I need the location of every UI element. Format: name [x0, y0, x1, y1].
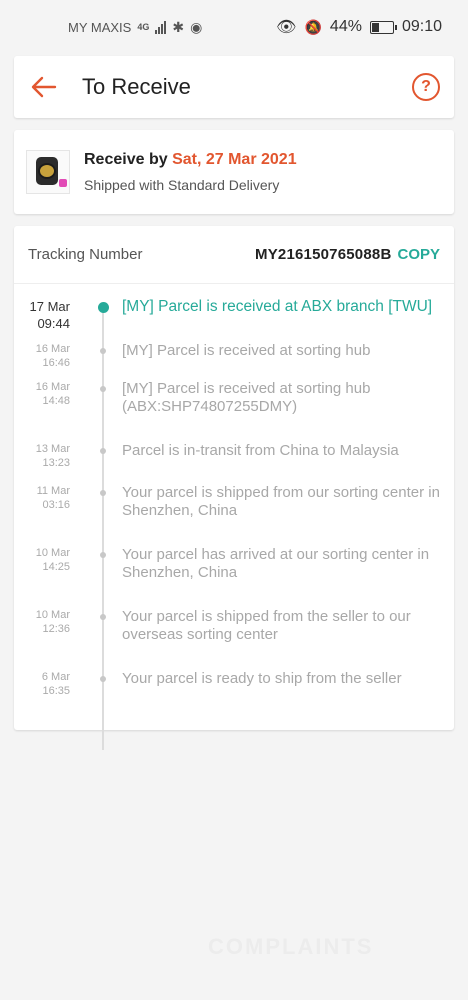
event-description: Parcel is in-transit from China to Malay… — [122, 442, 399, 459]
product-tag — [59, 179, 67, 187]
event-time: 03:16 — [42, 499, 70, 511]
timeline-event: 6 Mar 16:35 Your parcel is ready to ship f… — [14, 670, 454, 716]
event-description: [MY] Parcel is received at sorting hub (… — [122, 380, 371, 415]
event-time: 16:35 — [42, 685, 70, 697]
event-timestamp: 11 Mar 03:16 — [14, 484, 70, 546]
delivery-card[interactable]: Receive by Sat, 27 Mar 2021 Shipped with… — [14, 130, 454, 214]
back-button[interactable] — [28, 71, 60, 103]
receive-date: Sat, 27 Mar 2021 — [172, 151, 297, 168]
event-timestamp: 6 Mar 16:35 — [14, 670, 70, 716]
event-date: 11 Mar — [36, 485, 70, 497]
status-dot — [100, 552, 106, 558]
event-timestamp: 13 Mar 13:23 — [14, 442, 70, 484]
clock: 09:10 — [401, 18, 442, 35]
event-date: 17 Mar — [29, 299, 70, 314]
event-date: 10 Mar — [35, 547, 70, 559]
active-status-dot — [98, 302, 109, 313]
event-description: Your parcel has arrived at our sorting c… — [122, 546, 430, 581]
product-thumbnail — [26, 150, 70, 194]
tracking-timeline: 17 Mar 09:44 [MY] Parcel is received at AB… — [14, 284, 454, 750]
event-time: 09:44 — [37, 316, 70, 331]
timeline-event: 17 Mar 09:44 [MY] Parcel is received at AB… — [14, 298, 454, 342]
event-time: 13:23 — [42, 457, 70, 469]
timeline-event: 10 Mar 14:25 Your parcel has arrived at ou… — [14, 546, 454, 608]
status-dot — [100, 386, 106, 392]
watermark: COMPLAINTS — [208, 934, 374, 959]
timeline-events: 17 Mar 09:44 [MY] Parcel is received at AB… — [14, 298, 454, 716]
tracking-number: MY216150765088B — [255, 246, 392, 263]
status-bar: MY MAXIS 4G ✱ ◉ 👁 🔕 44% 09:10 — [0, 0, 468, 54]
app-icon: ◉ — [190, 18, 203, 35]
receive-by-line: Receive by Sat, 27 Mar 2021 — [84, 151, 297, 169]
status-dot — [100, 448, 106, 454]
event-description: Your parcel is shipped from the seller t… — [122, 608, 411, 643]
event-description: [MY] Parcel is received at ABX branch [T… — [122, 298, 433, 315]
event-time: 12:36 — [42, 623, 70, 635]
event-timestamp: 16 Mar 16:46 — [14, 342, 70, 380]
status-dot — [100, 614, 106, 620]
timeline-event: 16 Mar 14:48 [MY] Parcel is received at so… — [14, 380, 454, 442]
status-dot — [100, 490, 106, 496]
event-timestamp: 16 Mar 14:48 — [14, 380, 70, 442]
watch-face — [38, 163, 56, 179]
carrier-label: MY MAXIS — [68, 19, 132, 35]
header-bar: To Receive ? — [14, 56, 454, 118]
help-button[interactable]: ? — [412, 73, 440, 101]
signal-icon — [155, 20, 167, 34]
status-dot — [100, 348, 106, 354]
battery-icon — [369, 20, 397, 34]
event-time: 16:46 — [42, 357, 70, 369]
bell-off-icon: 🔕 — [304, 18, 322, 35]
mute-app-icon: ✱ — [172, 18, 185, 35]
timeline-event: 11 Mar 03:16 Your parcel is shipped from o… — [14, 484, 454, 546]
event-time: 14:25 — [42, 561, 70, 573]
page-title: To Receive — [82, 74, 191, 99]
event-timestamp: 10 Mar 14:25 — [14, 546, 70, 608]
event-timestamp: 17 Mar 09:44 — [14, 298, 70, 342]
tracking-number-row: Tracking Number MY216150765088B COPY — [14, 226, 454, 284]
timeline-event: 13 Mar 13:23 Parcel is in-transit from Chi… — [14, 442, 454, 484]
event-date: 10 Mar — [35, 609, 70, 621]
event-date: 6 Mar — [41, 671, 70, 683]
timeline-event: 10 Mar 12:36 Your parcel is shipped from t… — [14, 608, 454, 670]
event-date: 16 Mar — [35, 381, 70, 393]
status-right: 👁 🔕 44% 09:10 — [276, 17, 442, 37]
shipping-method: Shipped with Standard Delivery — [84, 177, 280, 193]
tracking-number-label: Tracking Number — [28, 246, 143, 263]
eye-icon: 👁 — [276, 19, 297, 36]
event-description: Your parcel is shipped from our sorting … — [122, 484, 440, 519]
event-date: 16 Mar — [35, 343, 70, 355]
help-icon: ? — [421, 78, 431, 95]
network-label: 4G — [137, 22, 150, 32]
receive-by-label: Receive by — [84, 151, 173, 168]
event-timestamp: 10 Mar 12:36 — [14, 608, 70, 670]
event-description: Your parcel is ready to ship from the se… — [122, 670, 402, 687]
status-dot — [100, 676, 106, 682]
event-time: 14:48 — [42, 395, 70, 407]
delivery-info: Receive by Sat, 27 Mar 2021 Shipped with… — [84, 151, 297, 193]
arrow-left-icon — [31, 76, 57, 98]
copy-button[interactable]: COPY — [397, 246, 440, 263]
timeline-event: 16 Mar 16:46 [MY] Parcel is received at so… — [14, 342, 454, 380]
battery-percent: 44% — [329, 18, 362, 35]
event-date: 13 Mar — [35, 443, 70, 455]
tracking-card: Tracking Number MY216150765088B COPY 17 … — [14, 226, 454, 750]
status-left: MY MAXIS 4G ✱ ◉ — [68, 19, 202, 36]
event-description: [MY] Parcel is received at sorting hub — [122, 342, 371, 359]
